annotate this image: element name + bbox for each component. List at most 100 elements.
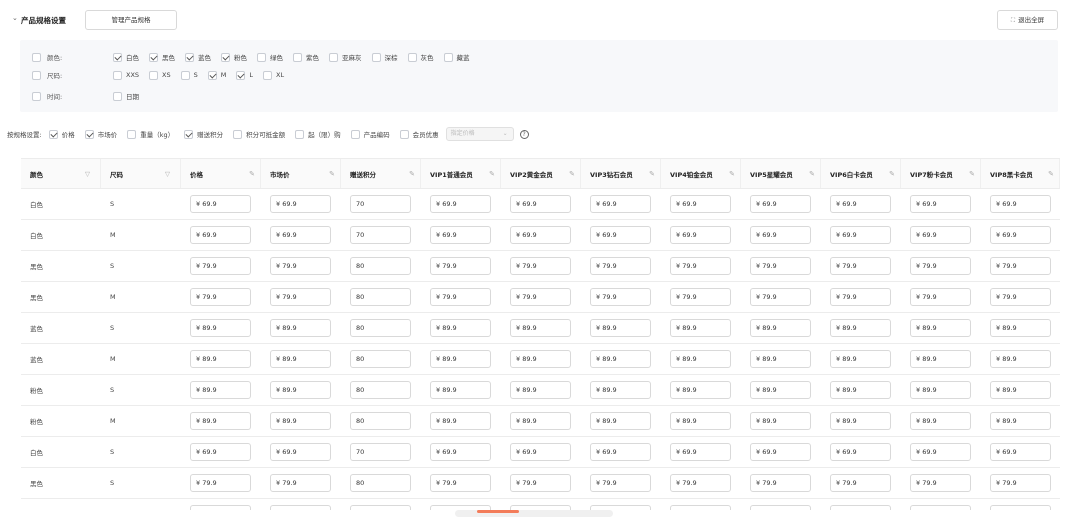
option-checkbox[interactable] xyxy=(399,129,409,139)
option-checkbox[interactable] xyxy=(84,129,94,139)
points-input[interactable]: 80 xyxy=(350,505,411,510)
price-input[interactable]: ¥ 89.9 xyxy=(190,350,251,368)
spec-option[interactable]: 灰色 xyxy=(407,52,434,62)
vip-price-input[interactable]: ¥ 89.9 xyxy=(590,319,651,337)
points-input[interactable]: 80 xyxy=(350,412,411,430)
points-input[interactable]: 80 xyxy=(350,257,411,275)
vip-price-input[interactable]: ¥ 69.9 xyxy=(990,443,1051,461)
vip-price-input[interactable]: ¥ 69.9 xyxy=(750,226,811,244)
market-input[interactable]: ¥ 89.9 xyxy=(270,350,331,368)
column-header[interactable]: 价格 ✎ xyxy=(181,159,261,188)
vip-price-input[interactable]: ¥ 79.9 xyxy=(990,474,1051,492)
spec-option[interactable]: L xyxy=(236,70,253,80)
column-header[interactable]: VIP7粉卡会员 ✎ xyxy=(901,159,981,188)
vip-price-input[interactable]: ¥ 79.9 xyxy=(910,474,971,492)
vip-price-input[interactable]: ¥ 69.9 xyxy=(430,195,491,213)
vip-price-input[interactable]: ¥ 89.9 xyxy=(990,412,1051,430)
vip-price-input[interactable]: ¥ 79.9 xyxy=(830,505,891,510)
vip-price-input[interactable]: ¥ 89.9 xyxy=(830,350,891,368)
set-by-option[interactable]: 积分可抵金额 xyxy=(233,129,285,139)
vip-price-input[interactable]: ¥ 89.9 xyxy=(750,381,811,399)
option-checkbox[interactable] xyxy=(443,52,453,62)
question-circle-icon[interactable]: ? xyxy=(519,129,529,139)
option-checkbox[interactable] xyxy=(180,70,190,80)
option-checkbox[interactable] xyxy=(127,129,137,139)
vip-price-input[interactable]: ¥ 79.9 xyxy=(750,257,811,275)
edit-icon[interactable]: ✎ xyxy=(649,170,655,178)
vip-price-input[interactable]: ¥ 79.9 xyxy=(590,474,651,492)
spec-option[interactable]: 日期 xyxy=(113,91,139,101)
vip-price-input[interactable]: ¥ 89.9 xyxy=(590,381,651,399)
vip-price-input[interactable]: ¥ 89.9 xyxy=(510,350,571,368)
spec-option[interactable]: XS xyxy=(149,70,171,80)
market-input[interactable]: ¥ 69.9 xyxy=(270,195,331,213)
vip-price-input[interactable]: ¥ 89.9 xyxy=(750,412,811,430)
vip-price-input[interactable]: ¥ 79.9 xyxy=(590,257,651,275)
spec-option[interactable]: M xyxy=(207,70,226,80)
spec-option[interactable]: 紫色 xyxy=(293,52,319,62)
column-header[interactable]: VIP2黄金会员 ✎ xyxy=(501,159,581,188)
edit-icon[interactable]: ✎ xyxy=(889,170,895,178)
vip-price-input[interactable]: ¥ 69.9 xyxy=(830,226,891,244)
price-input[interactable]: ¥ 79.9 xyxy=(190,505,251,510)
option-checkbox[interactable] xyxy=(113,70,122,80)
market-input[interactable]: ¥ 79.9 xyxy=(270,505,331,510)
filter-icon[interactable]: ▽ xyxy=(165,170,170,178)
price-input[interactable]: ¥ 79.9 xyxy=(190,474,251,492)
market-input[interactable]: ¥ 79.9 xyxy=(270,474,331,492)
vip-price-input[interactable]: ¥ 79.9 xyxy=(430,288,491,306)
market-input[interactable]: ¥ 89.9 xyxy=(270,381,331,399)
vip-price-input[interactable]: ¥ 79.9 xyxy=(830,288,891,306)
option-checkbox[interactable] xyxy=(295,129,305,139)
option-checkbox[interactable] xyxy=(207,70,217,80)
set-by-option[interactable]: 重量（kg） xyxy=(127,129,174,139)
price-select[interactable]: 指定价格 ⌄ xyxy=(445,127,514,141)
column-header[interactable]: VIP8黑卡会员 ✎ xyxy=(981,159,1060,188)
vip-price-input[interactable]: ¥ 89.9 xyxy=(910,350,971,368)
vip-price-input[interactable]: ¥ 89.9 xyxy=(430,319,491,337)
vip-price-input[interactable]: ¥ 89.9 xyxy=(910,412,971,430)
option-checkbox[interactable] xyxy=(221,52,230,62)
points-input[interactable]: 70 xyxy=(350,195,411,213)
option-checkbox[interactable] xyxy=(350,129,360,139)
column-header[interactable]: 尺码 ▽ xyxy=(101,159,181,188)
vip-price-input[interactable]: ¥ 79.9 xyxy=(750,474,811,492)
vip-price-input[interactable]: ¥ 69.9 xyxy=(670,226,731,244)
vip-price-input[interactable]: ¥ 89.9 xyxy=(510,412,571,430)
market-input[interactable]: ¥ 79.9 xyxy=(270,288,331,306)
option-checkbox[interactable] xyxy=(371,52,381,62)
option-checkbox[interactable] xyxy=(293,52,302,62)
market-input[interactable]: ¥ 69.9 xyxy=(270,226,331,244)
spec-option[interactable]: XL xyxy=(263,70,284,80)
vip-price-input[interactable]: ¥ 89.9 xyxy=(590,350,651,368)
points-input[interactable]: 70 xyxy=(350,226,411,244)
vip-price-input[interactable]: ¥ 89.9 xyxy=(430,412,491,430)
vip-price-input[interactable]: ¥ 79.9 xyxy=(990,288,1051,306)
vip-price-input[interactable]: ¥ 69.9 xyxy=(430,443,491,461)
vip-price-input[interactable]: ¥ 79.9 xyxy=(430,257,491,275)
vip-price-input[interactable]: ¥ 69.9 xyxy=(910,443,971,461)
horizontal-scrollbar[interactable] xyxy=(455,510,613,517)
vip-price-input[interactable]: ¥ 69.9 xyxy=(430,226,491,244)
spec-option[interactable]: S xyxy=(180,70,198,80)
vip-price-input[interactable]: ¥ 89.9 xyxy=(670,381,731,399)
points-input[interactable]: 80 xyxy=(350,381,411,399)
vip-price-input[interactable]: ¥ 79.9 xyxy=(750,505,811,510)
vip-price-input[interactable]: ¥ 69.9 xyxy=(510,195,571,213)
vip-price-input[interactable]: ¥ 69.9 xyxy=(510,443,571,461)
vip-price-input[interactable]: ¥ 89.9 xyxy=(590,412,651,430)
vip-price-input[interactable]: ¥ 79.9 xyxy=(750,288,811,306)
vip-price-input[interactable]: ¥ 89.9 xyxy=(510,381,571,399)
vip-price-input[interactable]: ¥ 89.9 xyxy=(830,381,891,399)
vip-price-input[interactable]: ¥ 89.9 xyxy=(830,412,891,430)
edit-icon[interactable]: ✎ xyxy=(1048,170,1054,178)
spec-checkbox[interactable] xyxy=(32,70,41,80)
spec-option[interactable]: 蓝色 xyxy=(185,52,211,62)
vip-price-input[interactable]: ¥ 79.9 xyxy=(830,257,891,275)
option-checkbox[interactable] xyxy=(263,70,273,80)
set-by-option[interactable]: 起（限）购 xyxy=(295,129,341,139)
vip-price-input[interactable]: ¥ 79.9 xyxy=(670,288,731,306)
set-by-option[interactable]: 价格 xyxy=(48,129,75,139)
option-checkbox[interactable] xyxy=(407,52,417,62)
points-input[interactable]: 80 xyxy=(350,350,411,368)
